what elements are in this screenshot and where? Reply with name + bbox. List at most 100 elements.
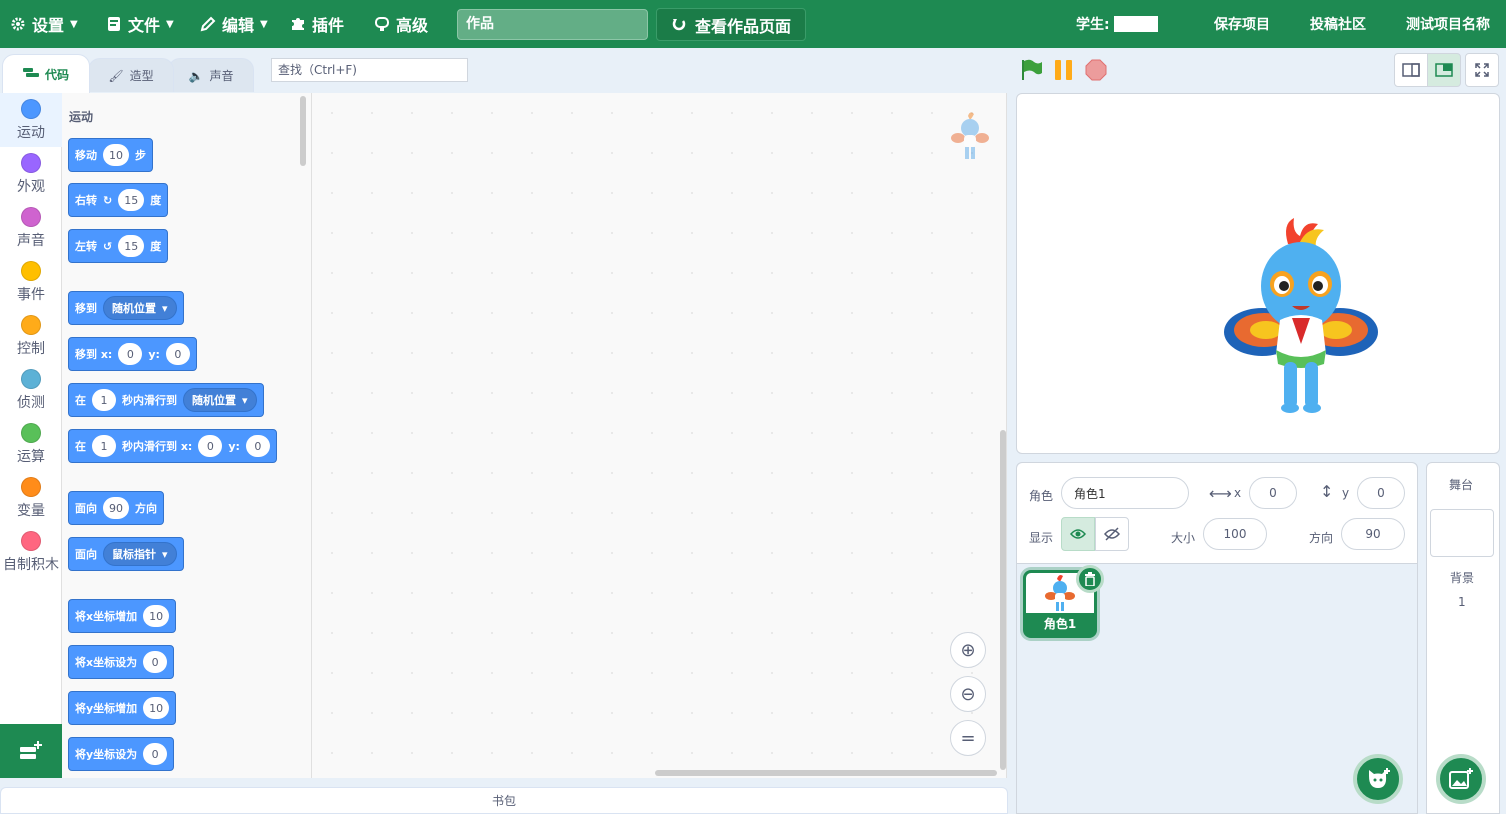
plugins-menu[interactable]: 插件 bbox=[290, 0, 344, 48]
advanced-menu[interactable]: 高级 bbox=[374, 0, 428, 48]
category-my-blocks[interactable]: 自制积木 bbox=[0, 525, 62, 579]
category-dot bbox=[21, 477, 41, 497]
caret-down-icon: ▾ bbox=[242, 393, 248, 407]
add-extension-button[interactable] bbox=[0, 724, 62, 778]
category-sensing[interactable]: 侦测 bbox=[0, 363, 62, 417]
block-input[interactable]: 1 bbox=[92, 389, 116, 411]
caret-down-icon: ▾ bbox=[162, 547, 168, 561]
block-turn-right[interactable]: 右转 ↻ 15 度 bbox=[68, 183, 169, 217]
block-input[interactable]: 10 bbox=[143, 697, 170, 719]
normal-stage-button[interactable] bbox=[1427, 53, 1461, 87]
file-menu[interactable]: 文件 ▼ bbox=[106, 0, 174, 48]
block-input[interactable]: 0 bbox=[143, 651, 168, 673]
block-text: 度 bbox=[150, 240, 162, 253]
category-label: 运动 bbox=[17, 125, 45, 141]
zoom-reset-button[interactable]: = bbox=[950, 720, 986, 756]
block-text: 秒内滑行到 x: bbox=[122, 440, 193, 453]
edit-label: 编辑 bbox=[222, 16, 255, 35]
gear-icon bbox=[11, 17, 25, 31]
category-operators[interactable]: 运算 bbox=[0, 417, 62, 471]
block-input[interactable]: 0 bbox=[198, 435, 223, 457]
block-set-x[interactable]: 将x坐标设为 0 bbox=[68, 645, 175, 679]
category-sound[interactable]: 声音 bbox=[0, 201, 62, 255]
tab-sounds[interactable]: 🔈 声音 bbox=[168, 58, 254, 92]
search-input[interactable]: 查找（Ctrl+F) bbox=[271, 58, 468, 82]
palette-scrollbar[interactable] bbox=[300, 96, 306, 166]
project-title-input[interactable]: 作品 bbox=[457, 9, 648, 40]
small-stage-button[interactable] bbox=[1394, 53, 1428, 87]
block-goto[interactable]: 移到 随机位置 ▾ bbox=[68, 291, 184, 325]
workspace-horizontal-scrollbar[interactable] bbox=[655, 770, 997, 776]
edit-menu[interactable]: 编辑 ▼ bbox=[200, 0, 268, 48]
stop-icon[interactable] bbox=[1085, 59, 1107, 81]
delete-sprite-button[interactable] bbox=[1076, 565, 1104, 593]
rotate-left-icon: ↺ bbox=[103, 239, 113, 253]
eye-slash-icon bbox=[1104, 527, 1120, 541]
block-input[interactable]: 0 bbox=[143, 743, 168, 765]
block-dropdown[interactable]: 鼠标指针 ▾ bbox=[103, 542, 177, 566]
block-text: 在 bbox=[75, 440, 86, 453]
block-turn-left[interactable]: 左转 ↺ 15 度 bbox=[68, 229, 169, 263]
category-label: 侦测 bbox=[17, 395, 45, 411]
category-events[interactable]: 事件 bbox=[0, 255, 62, 309]
category-label: 外观 bbox=[17, 179, 45, 195]
x-input[interactable]: 0 bbox=[1249, 477, 1297, 509]
category-motion[interactable]: 运动 bbox=[0, 93, 62, 147]
block-glide[interactable]: 在 1 秒内滑行到 随机位置 ▾ bbox=[68, 383, 264, 417]
vertical-arrow-icon: ↕ bbox=[1320, 482, 1334, 501]
zoom-in-button[interactable]: ⊕ bbox=[950, 632, 986, 668]
category-variables[interactable]: 变量 bbox=[0, 471, 62, 525]
save-project-button[interactable]: 保存项目 bbox=[1214, 0, 1270, 48]
green-flag-icon[interactable] bbox=[1020, 58, 1044, 82]
workspace-vertical-scrollbar[interactable] bbox=[1000, 430, 1006, 770]
choose-backdrop-button[interactable] bbox=[1436, 754, 1486, 804]
stage-thumbnail[interactable] bbox=[1430, 509, 1494, 557]
block-input[interactable]: 15 bbox=[118, 189, 145, 211]
block-move-steps[interactable]: 移动 10 步 bbox=[68, 138, 153, 172]
block-dropdown[interactable]: 随机位置 ▾ bbox=[183, 388, 257, 412]
fullscreen-button[interactable] bbox=[1465, 53, 1499, 87]
project-name-button[interactable]: 测试项目名称 bbox=[1406, 0, 1490, 48]
hide-sprite-button[interactable] bbox=[1095, 517, 1129, 551]
fullscreen-icon bbox=[1475, 63, 1489, 77]
category-control[interactable]: 控制 bbox=[0, 309, 62, 363]
student-name-box bbox=[1113, 16, 1158, 32]
block-input[interactable]: 1 bbox=[92, 435, 116, 457]
direction-input[interactable]: 90 bbox=[1341, 518, 1405, 550]
settings-menu[interactable]: 设置 ▼ bbox=[10, 0, 78, 48]
category-looks[interactable]: 外观 bbox=[0, 147, 62, 201]
sprite-name-input[interactable]: 角色1 bbox=[1061, 477, 1189, 509]
block-input[interactable]: 15 bbox=[118, 235, 145, 257]
see-project-page-button[interactable]: 查看作品页面 bbox=[656, 8, 806, 41]
show-sprite-button[interactable] bbox=[1061, 517, 1095, 551]
pause-icon[interactable] bbox=[1053, 59, 1075, 81]
backpack[interactable]: 书包 bbox=[0, 787, 1008, 814]
tab-costumes[interactable]: 🖌 造型 bbox=[88, 58, 174, 92]
block-change-y[interactable]: 将y坐标增加 10 bbox=[68, 691, 177, 725]
category-label: 变量 bbox=[17, 503, 45, 519]
block-text: 移到 bbox=[75, 302, 97, 315]
show-label: 显示 bbox=[1029, 531, 1054, 545]
submit-community-button[interactable]: 投稿社区 bbox=[1310, 0, 1366, 48]
sprite-character[interactable] bbox=[1222, 214, 1380, 416]
size-input[interactable]: 100 bbox=[1203, 518, 1267, 550]
block-point-direction[interactable]: 面向 90 方向 bbox=[68, 491, 164, 525]
tab-code[interactable]: 代码 bbox=[2, 54, 90, 93]
block-input[interactable]: 10 bbox=[143, 605, 170, 627]
block-input[interactable]: 90 bbox=[103, 497, 129, 519]
block-input[interactable]: 0 bbox=[118, 343, 143, 365]
block-point-towards[interactable]: 面向 鼠标指针 ▾ bbox=[68, 537, 184, 571]
block-change-x[interactable]: 将x坐标增加 10 bbox=[68, 599, 177, 633]
code-workspace[interactable] bbox=[312, 93, 1007, 778]
block-input[interactable]: 0 bbox=[245, 435, 270, 457]
block-input[interactable]: 0 bbox=[165, 343, 190, 365]
block-glide-xy[interactable]: 在 1 秒内滑行到 x: 0 y: 0 bbox=[68, 429, 277, 463]
block-input[interactable]: 10 bbox=[103, 144, 129, 166]
y-input[interactable]: 0 bbox=[1357, 477, 1405, 509]
block-goto-xy[interactable]: 移到 x: 0 y: 0 bbox=[68, 337, 197, 371]
choose-sprite-button[interactable] bbox=[1353, 754, 1403, 804]
block-set-y[interactable]: 将y坐标设为 0 bbox=[68, 737, 175, 771]
size-label: 大小 bbox=[1171, 531, 1196, 545]
zoom-out-button[interactable]: ⊖ bbox=[950, 676, 986, 712]
block-dropdown[interactable]: 随机位置 ▾ bbox=[103, 296, 177, 320]
